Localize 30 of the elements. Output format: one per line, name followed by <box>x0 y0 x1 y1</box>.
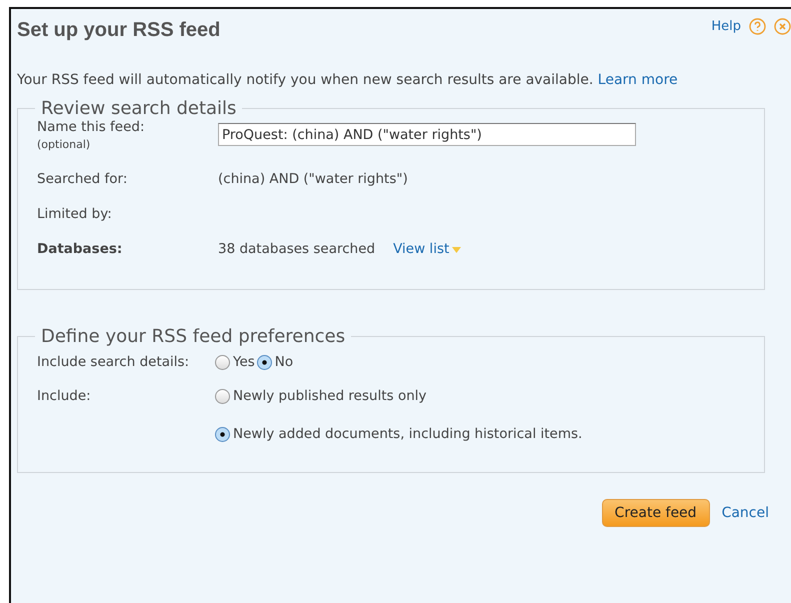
field-hint: (optional) <box>37 138 92 151</box>
close-icon[interactable] <box>774 18 791 35</box>
radio-label[interactable]: No <box>274 354 294 370</box>
view-list-link[interactable]: View list <box>393 241 450 257</box>
radio-label[interactable]: Newly added documents, including historical items. <box>233 426 582 442</box>
field-label: Include: <box>37 388 91 404</box>
radio-button[interactable] <box>215 354 230 370</box>
field-label: Searched for: <box>37 171 128 187</box>
field-value: (china) AND ("water rights") <box>218 171 408 187</box>
radio-label[interactable]: Yes <box>233 354 255 370</box>
radio-button[interactable] <box>215 388 230 404</box>
radio-label[interactable]: Newly published results only <box>233 388 427 404</box>
caret-icon <box>452 247 462 253</box>
learn-more-link[interactable]: Learn more <box>598 72 678 88</box>
section-heading: Review search details <box>40 98 238 119</box>
help-icon[interactable] <box>749 18 766 35</box>
create-feed-button[interactable]: Create feed <box>602 499 710 527</box>
field-value: 38 databases searched <box>218 241 376 257</box>
field-label: Include search details: <box>37 354 190 370</box>
field-label: Name this feed: <box>37 119 146 135</box>
field-label: Databases: <box>37 241 124 257</box>
section-heading: Define your RSS feed preferences <box>40 326 346 347</box>
cancel-link[interactable]: Cancel <box>722 505 769 521</box>
intro-text: Your RSS feed will automatically notify you when new search results are available. Learn more <box>17 71 679 90</box>
help-link[interactable]: Help <box>711 19 741 34</box>
feed-name-field[interactable]: ProQuest: (china) AND ("water rights") <box>218 123 636 146</box>
radio-button[interactable] <box>256 354 272 370</box>
dialog-title: Set up your RSS feed <box>17 19 220 42</box>
field-label: Limited by: <box>37 206 113 222</box>
radio-button[interactable] <box>215 426 230 442</box>
